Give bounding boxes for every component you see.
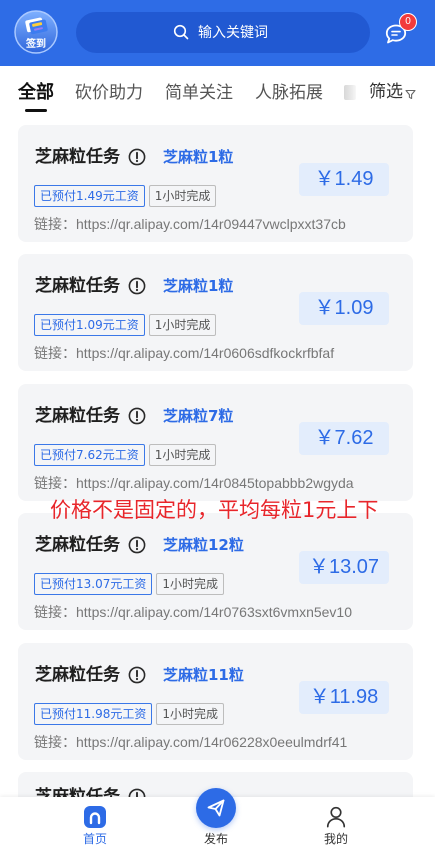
task-title: 芝麻粒任务: [35, 276, 120, 296]
task-card[interactable]: 芝麻粒任务 芝麻粒11粒 已预付11.98元工资 1小时完成 链接：https:…: [18, 643, 413, 760]
bottom-nav: 首页 发布 我的: [0, 788, 435, 854]
info-icon[interactable]: [128, 148, 146, 166]
price-badge: ￥1.09: [299, 292, 389, 325]
task-tags: 已预付7.62元工资 1小时完成: [34, 444, 220, 466]
search-input[interactable]: [198, 12, 358, 53]
price-badge: ￥13.07: [299, 551, 389, 584]
price-badge: ￥7.62: [299, 422, 389, 455]
tab-network-expand[interactable]: 人脉拓展: [255, 81, 323, 105]
home-icon: [84, 806, 106, 828]
task-title: 芝麻粒任务: [35, 535, 120, 555]
link-label: 链接：: [34, 605, 76, 621]
reward-label: 芝麻粒12粒: [163, 536, 244, 554]
prepaid-tag: 已预付1.09元工资: [34, 314, 145, 336]
link-url: https://qr.alipay.com/14r0763sxt6vmxn5ev…: [76, 604, 353, 620]
prepaid-tag: 已预付7.62元工资: [34, 444, 145, 466]
info-icon[interactable]: [128, 407, 146, 425]
app-screen: 签到 0 全部 砍价助力 简单关注 人脉拓展 筛选 芝麻粒任务: [0, 0, 435, 854]
tab-all[interactable]: 全部: [18, 81, 54, 105]
task-card[interactable]: 芝麻粒任务 芝麻粒7粒 已预付7.62元工资 1小时完成 链接：https://…: [18, 384, 413, 501]
duration-tag: 1小时完成: [148, 185, 217, 207]
duration-tag: 1小时完成: [148, 444, 217, 466]
prepaid-tag: 已预付11.98元工资: [34, 703, 153, 725]
task-link[interactable]: 链接：https://qr.alipay.com/14r06228x0eeulm…: [34, 732, 347, 753]
reward-label: 芝麻粒1粒: [163, 148, 234, 166]
link-label: 链接：: [34, 735, 76, 751]
link-label: 链接：: [34, 346, 76, 362]
message-badge: 0: [399, 13, 417, 31]
category-tabs: 全部 砍价助力 简单关注 人脉拓展: [18, 79, 345, 105]
funnel-icon: [405, 89, 416, 99]
duration-tag: 1小时完成: [156, 703, 224, 725]
tab-fade-mask: [352, 78, 368, 108]
nav-mine-label: 我的: [323, 832, 348, 846]
tab-simple-follow[interactable]: 简单关注: [165, 81, 233, 105]
price-note: 价格不是固定的，平均每粒1元上下: [50, 498, 379, 522]
active-tab-indicator: [25, 109, 47, 112]
task-card[interactable]: 芝麻粒任务 芝麻粒1粒 已预付1.09元工资 1小时完成 链接：https://…: [18, 254, 413, 371]
top-header: 签到 0: [0, 0, 435, 66]
tab-bargain-help[interactable]: 砍价助力: [75, 81, 143, 105]
nav-home-label: 首页: [82, 832, 107, 846]
duration-tag: 1小时完成: [148, 314, 217, 336]
info-icon[interactable]: [128, 536, 146, 554]
nav-publish-label: 发布: [203, 832, 228, 846]
task-link[interactable]: 链接：https://qr.alipay.com/14r0763sxt6vmxn…: [34, 602, 352, 623]
link-url: https://qr.alipay.com/14r06228x0eeulmdrf…: [76, 734, 348, 750]
price-badge: ￥1.49: [299, 163, 389, 196]
person-icon: [326, 806, 346, 828]
task-tags: 已预付1.09元工资 1小时完成: [34, 314, 220, 336]
link-url: https://qr.alipay.com/14r09447vwclpxxt37…: [76, 216, 346, 232]
filter-label: 筛选: [369, 82, 403, 102]
task-title: 芝麻粒任务: [35, 147, 120, 167]
publish-button[interactable]: [196, 788, 236, 828]
task-link[interactable]: 链接：https://qr.alipay.com/14r09447vwclpxx…: [34, 214, 346, 235]
task-title: 芝麻粒任务: [35, 406, 120, 426]
task-tags: 已预付11.98元工资 1小时完成: [34, 703, 228, 725]
task-card[interactable]: 芝麻粒任务 芝麻粒12粒 已预付13.07元工资 1小时完成 链接：https:…: [18, 513, 413, 630]
link-url: https://qr.alipay.com/14r0606sdfkockrfbf…: [76, 345, 335, 361]
task-tags: 已预付13.07元工资 1小时完成: [34, 573, 228, 595]
search-icon: [173, 24, 189, 40]
reward-label: 芝麻粒1粒: [163, 277, 234, 295]
checkin-label: 签到: [26, 39, 46, 50]
nav-mine[interactable]: 我的: [306, 797, 366, 854]
task-tags: 已预付1.49元工资 1小时完成: [34, 185, 220, 207]
reward-label: 芝麻粒7粒: [163, 407, 234, 425]
paper-plane-icon: [207, 799, 225, 817]
task-link[interactable]: 链接：https://qr.alipay.com/14r0845topabbb2…: [34, 473, 354, 494]
task-link[interactable]: 链接：https://qr.alipay.com/14r0606sdfkockr…: [34, 343, 334, 364]
price-badge: ￥11.98: [299, 681, 389, 714]
duration-tag: 1小时完成: [156, 573, 224, 595]
search-bar[interactable]: [76, 12, 370, 53]
filter-button[interactable]: 筛选: [369, 80, 416, 104]
reward-label: 芝麻粒11粒: [163, 666, 244, 684]
info-icon[interactable]: [128, 277, 146, 295]
link-label: 链接：: [34, 217, 76, 233]
info-icon[interactable]: [128, 666, 146, 684]
task-title: 芝麻粒任务: [35, 665, 120, 685]
task-card[interactable]: 芝麻粒任务 芝麻粒1粒 已预付1.49元工资 1小时完成 链接：https://…: [18, 125, 413, 242]
nav-publish[interactable]: 发布: [186, 788, 246, 854]
link-url: https://qr.alipay.com/14r0845topabbb2wgy…: [76, 475, 354, 491]
nav-home[interactable]: 首页: [65, 797, 125, 854]
prepaid-tag: 已预付1.49元工资: [34, 185, 145, 207]
link-label: 链接：: [34, 476, 76, 492]
prepaid-tag: 已预付13.07元工资: [34, 573, 153, 595]
checkin-button[interactable]: 签到: [14, 10, 58, 54]
